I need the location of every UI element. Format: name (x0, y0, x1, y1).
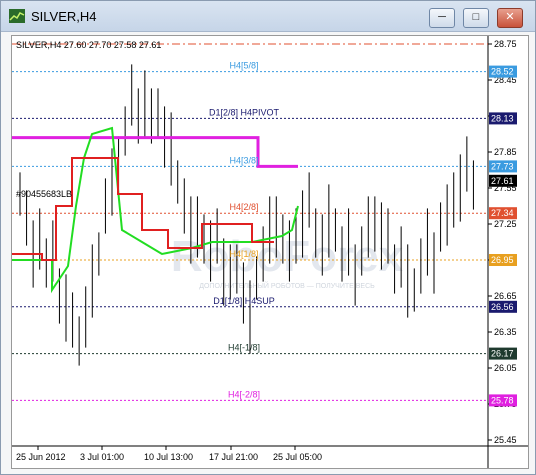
x-tick-label: 3 Jul 01:00 (80, 452, 124, 462)
cursor-label: #90455683LB (16, 189, 72, 199)
title-bar[interactable]: SILVER,H4 ─ □ ✕ (1, 1, 535, 32)
level-label-h4-2-8: H4[2/8] (229, 202, 258, 212)
price-tag-text-h4-2-8: 27.34 (491, 208, 514, 218)
level-label-h4-m1-8: H4[-1/8] (228, 343, 260, 353)
level-label-h4-m2-8: H4[-2/8] (228, 389, 260, 399)
level-label-h4-5-8: H4[5/8] (229, 61, 258, 71)
level-label-d1-1-8: D1[1/8] H4SUP (213, 296, 275, 306)
y-tick-label: 28.75 (494, 39, 517, 49)
x-tick-label: 25 Jun 2012 (16, 452, 66, 462)
price-tag-text-h4-5-8: 28.52 (491, 67, 514, 77)
y-tick-label: 26.35 (494, 327, 517, 337)
price-tag-text-h4-1-8: 26.95 (491, 255, 514, 265)
window-title: SILVER,H4 (31, 9, 97, 24)
chart-window: SILVER,H4 ─ □ ✕ RoboForex ДОПОЛНИТЕЛЬНЫЙ… (0, 0, 536, 475)
current-price-text: 27.61 (491, 176, 514, 186)
price-tag-text-h4-3-8: 27.73 (491, 161, 514, 171)
chart-app-icon (9, 9, 25, 23)
level-label-h4-3-8: H4[3/8] (229, 155, 258, 165)
price-tag-text-d1-1-8: 26.56 (491, 302, 514, 312)
x-tick-label: 10 Jul 13:00 (144, 452, 193, 462)
y-tick-label: 26.65 (494, 291, 517, 301)
maximize-button[interactable]: □ (463, 8, 489, 28)
y-tick-label: 27.25 (494, 219, 517, 229)
level-label-h4-1-8: H4[1/8] (229, 249, 258, 259)
chart-header: SILVER,H4 27.60 27.70 27.58 27.61 (16, 40, 161, 50)
x-tick-label: 17 Jul 21:00 (209, 452, 258, 462)
price-chart[interactable]: RoboForex ДОПОЛНИТЕЛЬНЫЙ РОБОТОВ — ПОЛУЧ… (11, 35, 529, 469)
y-tick-label: 26.05 (494, 363, 517, 373)
price-tag-text-h4-m1-8: 26.17 (491, 349, 514, 359)
y-tick-label: 27.85 (494, 147, 517, 157)
y-tick-label: 25.45 (494, 435, 517, 445)
level-label-d1-2-8: D1[2/8] H4PIVOT (209, 107, 280, 117)
minimize-button[interactable]: ─ (429, 8, 455, 28)
close-button[interactable]: ✕ (497, 8, 523, 28)
watermark-subtitle: ДОПОЛНИТЕЛЬНЫЙ РОБОТОВ — ПОЛУЧИТЕ ВЕСЬ (199, 281, 375, 290)
chart-canvas[interactable]: RoboForex ДОПОЛНИТЕЛЬНЫЙ РОБОТОВ — ПОЛУЧ… (12, 36, 528, 468)
price-tag-text-d1-2-8: 28.13 (491, 113, 514, 123)
price-tag-text-h4-m2-8: 25.78 (491, 395, 514, 405)
x-tick-label: 25 Jul 05:00 (273, 452, 322, 462)
